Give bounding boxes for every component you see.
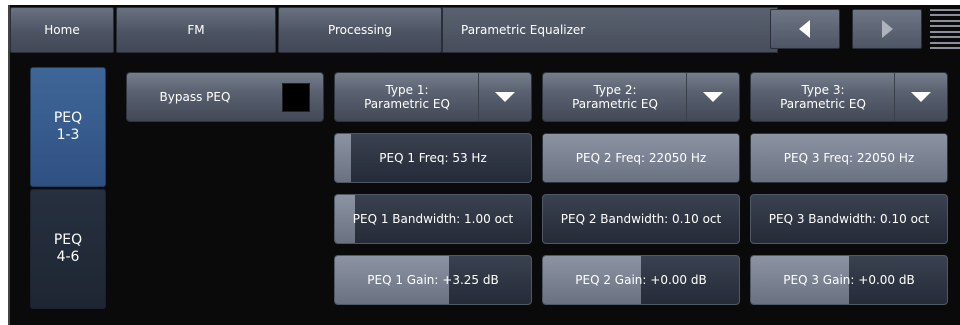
- type-3-line2: Parametric EQ: [780, 97, 866, 111]
- bypass-peq-button[interactable]: Bypass PEQ: [126, 72, 324, 122]
- tab-peq-4-6[interactable]: PEQ 4-6: [30, 189, 106, 309]
- app-frame: Home FM Processing Parametric Equalizer …: [8, 5, 960, 325]
- peq-1-gain-label: PEQ 1 Gain: +3.25 dB: [367, 273, 499, 287]
- type-1-line2: Parametric EQ: [364, 97, 450, 111]
- type-2-dropdown[interactable]: Type 2: Parametric EQ: [542, 72, 740, 122]
- processing-button[interactable]: Processing: [278, 7, 442, 53]
- processing-button-label: Processing: [327, 23, 393, 37]
- tab-peq-1-3-line2: 1-3: [56, 127, 80, 143]
- peq-2-gain-control[interactable]: PEQ 2 Gain: +0.00 dB: [542, 255, 740, 305]
- bypass-checkbox[interactable]: [282, 83, 310, 112]
- prev-page-button[interactable]: [770, 9, 840, 49]
- hamburger-menu-icon[interactable]: [930, 9, 960, 49]
- type-2-line2: Parametric EQ: [572, 97, 658, 111]
- type-2-line1: Type 2:: [593, 83, 637, 97]
- peq-1-bandwidth-label: PEQ 1 Bandwidth: 1.00 oct: [352, 212, 514, 226]
- peq-2-gain-label: PEQ 2 Gain: +0.00 dB: [575, 273, 707, 287]
- triangle-left-icon: [799, 20, 810, 38]
- peq-3-bandwidth-label: PEQ 3 Bandwidth: 0.10 oct: [768, 212, 930, 226]
- peq-2-bandwidth-control[interactable]: PEQ 2 Bandwidth: 0.10 oct: [542, 194, 740, 244]
- peq-1-gain-control[interactable]: PEQ 1 Gain: +3.25 dB: [334, 255, 532, 305]
- triangle-down-icon: [911, 92, 931, 102]
- peq-3-bandwidth-control[interactable]: PEQ 3 Bandwidth: 0.10 oct: [750, 194, 948, 244]
- tab-peq-4-6-line2: 4-6: [56, 249, 80, 265]
- home-button[interactable]: Home: [10, 7, 114, 53]
- peq-2-freq-control[interactable]: PEQ 2 Freq: 22050 Hz: [542, 133, 740, 183]
- type-3-dropdown[interactable]: Type 3: Parametric EQ: [750, 72, 948, 122]
- page-title: Parametric Equalizer: [442, 7, 778, 53]
- peq-3-freq-control[interactable]: PEQ 3 Freq: 22050 Hz: [750, 133, 948, 183]
- peq-1-bandwidth-control[interactable]: PEQ 1 Bandwidth: 1.00 oct: [334, 194, 532, 244]
- triangle-right-icon: [882, 20, 893, 38]
- peq-3-gain-label: PEQ 3 Gain: +0.00 dB: [783, 273, 915, 287]
- triangle-down-icon: [495, 92, 515, 102]
- peq-3-gain-control[interactable]: PEQ 3 Gain: +0.00 dB: [750, 255, 948, 305]
- peq-3-freq-label: PEQ 3 Freq: 22050 Hz: [783, 151, 915, 165]
- bypass-peq-label: Bypass PEQ: [159, 90, 231, 104]
- page-title-text: Parametric Equalizer: [461, 23, 586, 37]
- tab-peq-4-6-line1: PEQ: [53, 232, 83, 248]
- tab-peq-1-3-line1: PEQ: [53, 110, 83, 126]
- fm-button-label: FM: [187, 23, 205, 37]
- peq-2-freq-label: PEQ 2 Freq: 22050 Hz: [575, 151, 707, 165]
- triangle-down-icon: [703, 92, 723, 102]
- type-1-line1: Type 1:: [385, 83, 429, 97]
- top-bar: Home FM Processing Parametric Equalizer: [10, 5, 960, 53]
- tab-peq-1-3[interactable]: PEQ 1-3: [30, 67, 106, 187]
- fm-button[interactable]: FM: [116, 7, 276, 53]
- type-3-line1: Type 3:: [801, 83, 845, 97]
- type-1-dropdown[interactable]: Type 1: Parametric EQ: [334, 72, 532, 122]
- next-page-button[interactable]: [852, 9, 922, 49]
- home-button-label: Home: [44, 23, 80, 37]
- peq-1-freq-control[interactable]: PEQ 1 Freq: 53 Hz: [334, 133, 532, 183]
- peq-1-freq-label: PEQ 1 Freq: 53 Hz: [379, 151, 487, 165]
- peq-2-bandwidth-label: PEQ 2 Bandwidth: 0.10 oct: [560, 212, 722, 226]
